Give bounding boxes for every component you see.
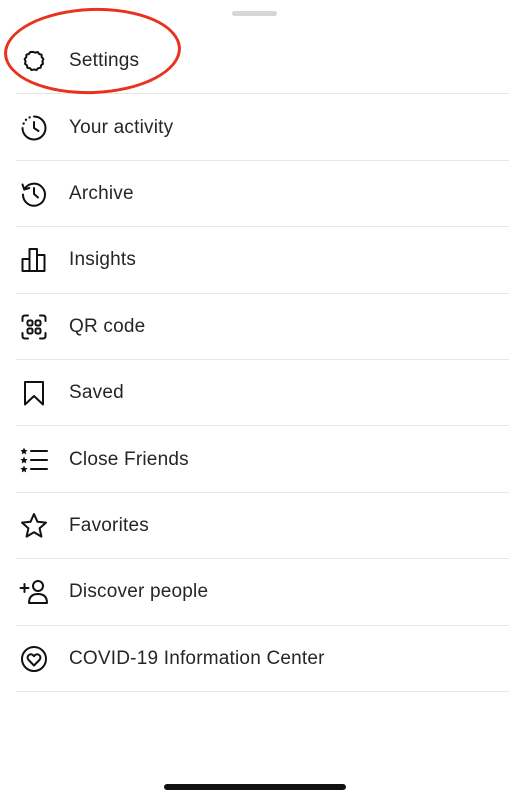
profile-menu: Settings Your activity Archive Insights … — [0, 28, 509, 693]
menu-item-close-friends[interactable]: Close Friends — [0, 426, 509, 494]
menu-item-archive[interactable]: Archive — [0, 161, 509, 228]
archive-history-icon — [18, 178, 50, 210]
star-icon — [18, 510, 50, 542]
menu-item-label: Settings — [69, 50, 140, 72]
menu-item-saved[interactable]: Saved — [0, 360, 509, 427]
menu-item-your-activity[interactable]: Your activity — [0, 94, 509, 162]
home-indicator[interactable] — [164, 784, 346, 790]
menu-item-favorites[interactable]: Favorites — [0, 493, 509, 560]
menu-item-label: Favorites — [69, 514, 149, 536]
sheet-grabber[interactable] — [232, 11, 277, 16]
bookmark-icon — [18, 377, 50, 409]
heart-circle-icon — [18, 643, 50, 675]
menu-item-label: Discover people — [69, 581, 209, 603]
menu-item-label: Saved — [69, 382, 124, 404]
add-person-icon — [18, 576, 50, 608]
menu-item-discover-people[interactable]: Discover people — [0, 559, 509, 626]
gear-icon — [18, 45, 50, 77]
menu-item-label: Close Friends — [69, 448, 189, 470]
bar-chart-icon — [18, 244, 50, 276]
menu-item-label: Insights — [69, 249, 137, 271]
menu-item-label: COVID-19 Information Center — [69, 647, 325, 669]
menu-item-qr-code[interactable]: QR code — [0, 294, 509, 361]
activity-clock-icon — [18, 112, 50, 144]
star-list-icon — [18, 444, 50, 476]
menu-item-label: Your activity — [69, 116, 174, 138]
menu-item-covid-info[interactable]: COVID-19 Information Center — [0, 626, 509, 693]
bottom-sheet: Settings Your activity Archive Insights … — [0, 0, 509, 800]
menu-item-label: Archive — [69, 182, 134, 204]
qr-code-icon — [18, 311, 50, 343]
menu-item-settings[interactable]: Settings — [0, 28, 509, 95]
menu-item-label: QR code — [69, 315, 146, 337]
menu-item-insights[interactable]: Insights — [0, 227, 509, 294]
